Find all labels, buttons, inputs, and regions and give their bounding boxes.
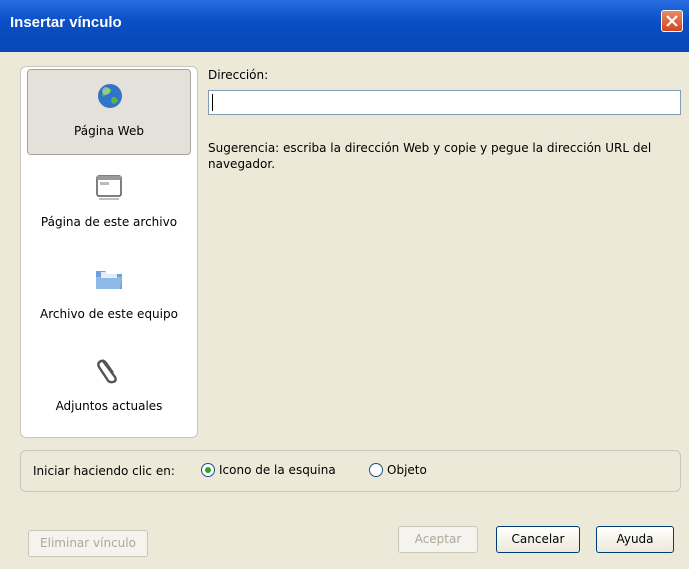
radio-corner-icon-indicator[interactable] [201, 463, 215, 477]
hint-text: Sugerencia: escriba la dirección Web y c… [208, 141, 652, 171]
window-title: Insertar vínculo [10, 14, 122, 31]
paperclip-icon [97, 359, 117, 384]
cancel-button[interactable]: Cancelar [496, 526, 580, 553]
link-type-file-on-computer-label: Archivo de este equipo [40, 307, 178, 321]
radio-corner-icon-label: Icono de la esquina [219, 463, 336, 477]
help-button[interactable]: Ayuda [596, 526, 674, 553]
radio-object-label: Objeto [387, 463, 427, 477]
link-type-panel: Página Web Página de este archivo Archiv… [20, 66, 198, 438]
radio-object[interactable]: Objeto [369, 463, 427, 477]
accept-button[interactable]: Aceptar [398, 526, 478, 553]
radio-object-indicator[interactable] [369, 463, 383, 477]
radio-corner-icon[interactable]: Icono de la esquina [201, 463, 336, 477]
window-icon [96, 175, 122, 200]
link-type-page-in-file-label: Página de este archivo [40, 215, 178, 229]
start-on-click-label: Iniciar haciendo clic en: [33, 464, 175, 478]
link-type-current-attachments-label: Adjuntos actuales [55, 399, 163, 413]
address-input[interactable] [208, 90, 681, 115]
remove-link-button[interactable]: Eliminar vínculo [28, 530, 148, 557]
dialog-body: Página Web Página de este archivo Archiv… [0, 52, 689, 569]
link-type-web-page[interactable]: Página Web [27, 69, 191, 155]
title-bar: Insertar vínculo [0, 0, 689, 52]
start-on-click-group: Iniciar haciendo clic en: Icono de la es… [20, 450, 681, 492]
link-type-file-on-computer[interactable]: Archivo de este equipo [27, 253, 191, 339]
close-icon [666, 15, 678, 27]
globe-icon [98, 84, 122, 108]
link-type-page-in-file[interactable]: Página de este archivo [27, 161, 191, 247]
text-caret [212, 94, 213, 111]
address-label: Dirección: [208, 68, 269, 82]
folder-icon [96, 271, 122, 289]
close-button[interactable] [661, 10, 683, 32]
link-type-current-attachments[interactable]: Adjuntos actuales [27, 345, 191, 431]
link-type-web-page-label: Página Web [74, 124, 144, 138]
